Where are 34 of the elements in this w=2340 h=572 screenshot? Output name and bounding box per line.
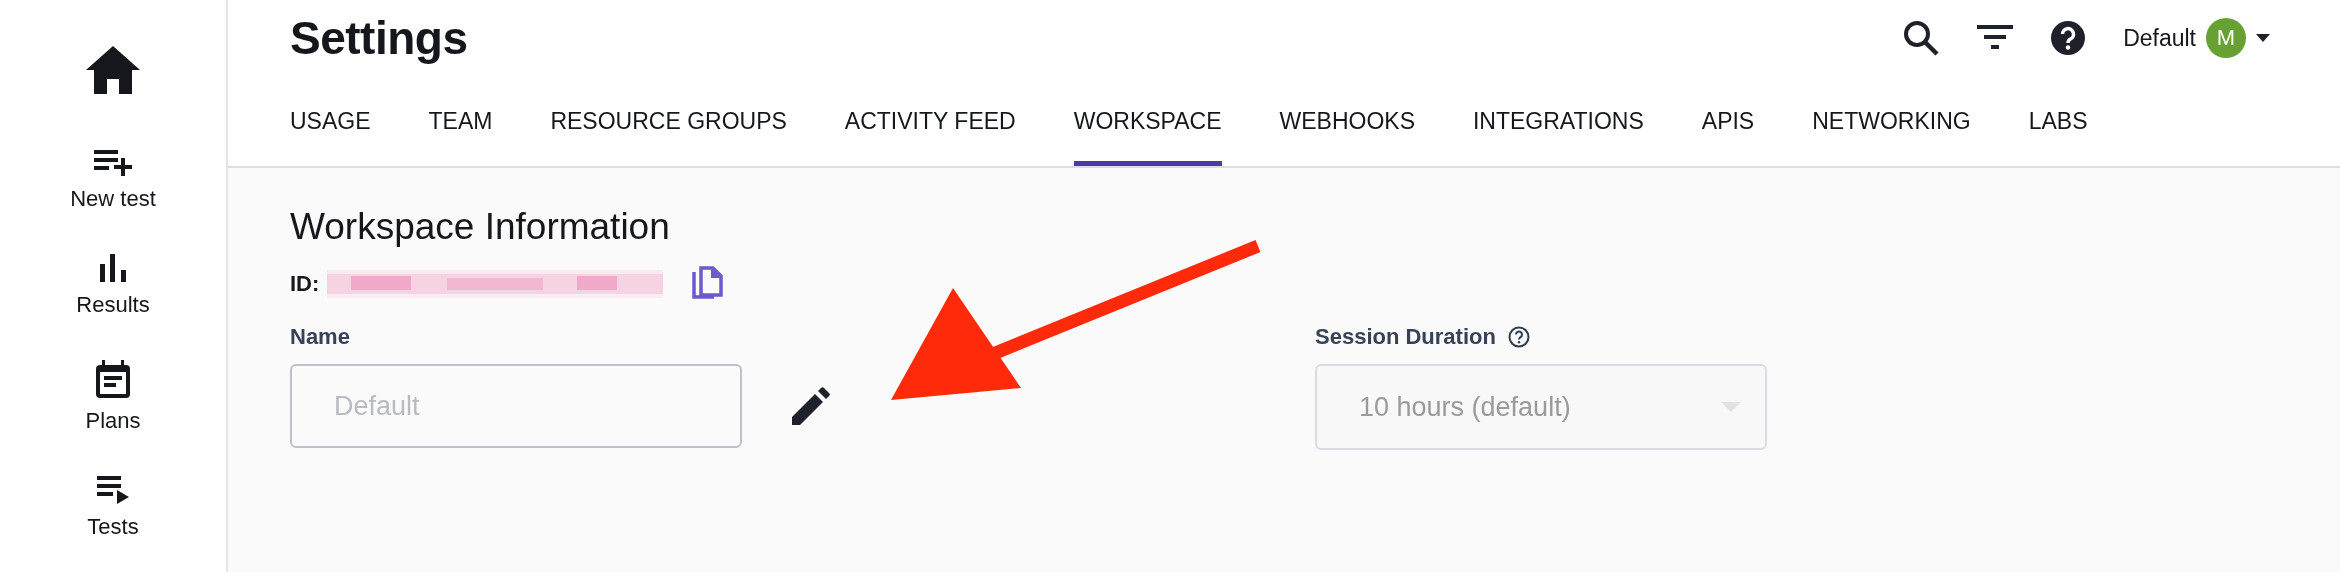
tab[interactable]: APIS — [1701, 94, 1755, 166]
tab[interactable]: RESOURCE GROUPS — [550, 94, 787, 166]
tab[interactable]: INTEGRATIONS — [1473, 94, 1644, 166]
tab[interactable]: ACTIVITY FEED — [844, 94, 1016, 166]
playlist-icon — [97, 476, 129, 504]
copy-icon[interactable] — [691, 266, 724, 302]
search-icon[interactable] — [1903, 20, 1940, 56]
name-field[interactable]: Default — [290, 364, 742, 448]
filter-icon[interactable] — [1977, 25, 2014, 51]
tab[interactable]: USAGE — [290, 94, 371, 166]
sidebar-item[interactable]: Plans — [85, 360, 141, 434]
page-title: Settings — [290, 11, 468, 65]
pencil-icon[interactable] — [792, 387, 830, 425]
session-duration-label: Session Duration — [1315, 324, 1496, 350]
account-menu[interactable]: Default M — [2123, 18, 2270, 58]
tab[interactable]: WEBHOOKS — [1279, 94, 1415, 166]
sidebar-item[interactable]: Results — [76, 254, 150, 318]
sidebar-item[interactable]: Tests — [87, 476, 139, 540]
list-plus-icon — [94, 148, 132, 176]
name-label: Name — [290, 324, 351, 350]
id-label: ID: — [290, 271, 320, 297]
sidebar-item[interactable] — [86, 46, 140, 94]
home-icon — [86, 46, 140, 94]
tab[interactable]: LABS — [2028, 94, 2088, 166]
avatar: M — [2206, 18, 2246, 58]
tab[interactable]: TEAM — [428, 94, 493, 166]
calendar-icon — [96, 360, 130, 398]
help-icon[interactable] — [2051, 21, 2086, 55]
caret-icon — [2256, 34, 2270, 42]
tab[interactable]: NETWORKING — [1812, 94, 1971, 166]
bar-chart-icon — [100, 254, 126, 282]
help-icon[interactable] — [1507, 326, 1530, 348]
section-title: Workspace Information — [290, 206, 671, 248]
sidebar-item[interactable]: New test — [70, 148, 156, 212]
